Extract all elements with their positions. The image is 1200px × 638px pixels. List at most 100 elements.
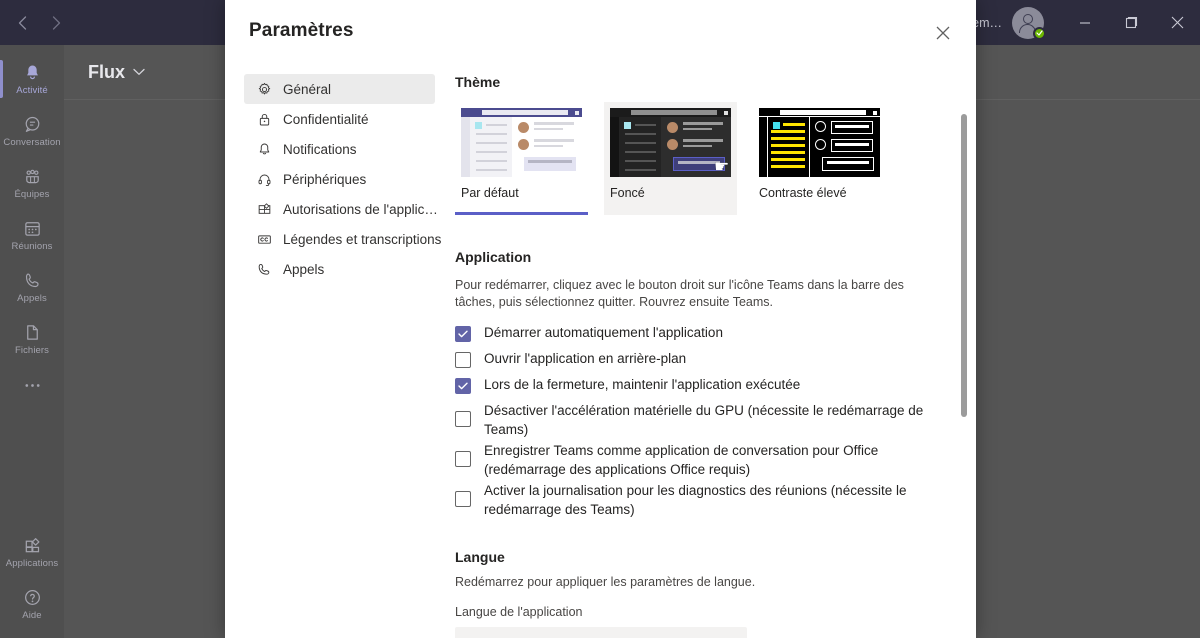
application-section-title: Application xyxy=(455,249,532,265)
checkbox-row-office-chat-app[interactable]: Enregistrer Teams comme application de c… xyxy=(455,441,944,479)
checkbox-keep-running[interactable] xyxy=(455,377,471,394)
calendar-icon xyxy=(23,219,42,239)
settings-nav-appels[interactable]: Appels xyxy=(244,254,435,284)
checkbox-row-meeting-logging[interactable]: Activer la journalisation pour les diagn… xyxy=(455,481,944,519)
dialog-title: Paramètres xyxy=(249,20,354,41)
back-button[interactable] xyxy=(14,15,30,31)
sidebar-label: Aide xyxy=(22,609,42,621)
bell-icon xyxy=(256,141,273,158)
maximize-button[interactable] xyxy=(1108,0,1154,45)
sidebar-label: Conversation xyxy=(3,136,61,148)
theme-option-default[interactable]: Par défaut xyxy=(455,102,588,215)
theme-preview-high-contrast xyxy=(759,108,880,177)
language-select[interactable] xyxy=(455,627,747,638)
application-description: Pour redémarrer, cliquez avec le bouton … xyxy=(455,278,904,309)
settings-nav-label: Confidentialité xyxy=(283,111,369,127)
checkbox-office-chat-app[interactable] xyxy=(455,451,471,467)
checkbox-label: Enregistrer Teams comme application de c… xyxy=(484,443,879,477)
closed-caption-icon xyxy=(256,231,273,248)
checkbox-label: Ouvrir l'application en arrière-plan xyxy=(484,351,687,366)
close-window-button[interactable] xyxy=(1154,0,1200,45)
checkbox-meeting-logging[interactable] xyxy=(455,491,471,507)
avatar-head-icon xyxy=(1023,13,1033,24)
checkbox-row-open-background[interactable]: Ouvrir l'application en arrière-plan xyxy=(455,349,944,368)
app-rail: Activité Conversation Équipes Réunions A… xyxy=(0,45,64,638)
settings-nav: Général Confidentialité Notifications Pé… xyxy=(225,62,441,638)
sidebar-item-more[interactable] xyxy=(0,365,64,407)
gear-icon xyxy=(256,81,273,98)
cursor-icon: ☛ xyxy=(714,157,730,176)
titlebar-right: urellem… xyxy=(949,0,1200,45)
theme-option-dark[interactable]: ☛ Foncé xyxy=(604,102,737,215)
bell-icon xyxy=(23,63,42,83)
theme-preview-dark: ☛ xyxy=(610,108,731,177)
settings-dialog: Paramètres Général Confidentialité Notif… xyxy=(225,0,976,638)
sidebar-label: Fichiers xyxy=(14,344,50,356)
file-icon xyxy=(23,323,42,343)
phone-icon xyxy=(23,271,42,291)
theme-section-title: Thème xyxy=(455,74,501,90)
dialog-header: Paramètres xyxy=(225,0,976,62)
settings-nav-legendes[interactable]: Légendes et transcriptions xyxy=(244,224,441,254)
history-nav xyxy=(14,15,64,31)
permissions-icon xyxy=(256,201,273,218)
sidebar-label: Réunions xyxy=(11,240,53,252)
avatar[interactable] xyxy=(1012,6,1046,40)
checkbox-label: Lors de la fermeture, maintenir l'applic… xyxy=(484,377,801,392)
language-description: Redémarrez pour appliquer les paramètres… xyxy=(455,575,756,589)
settings-nav-general[interactable]: Général xyxy=(244,74,435,104)
checkbox-row-keep-running[interactable]: Lors de la fermeture, maintenir l'applic… xyxy=(455,375,944,394)
settings-nav-label: Périphériques xyxy=(283,171,367,187)
settings-nav-label: Notifications xyxy=(283,141,357,157)
sidebar-item-activite[interactable]: Activité xyxy=(0,53,64,105)
sidebar-label: Équipes xyxy=(14,188,50,200)
language-field-label: Langue de l'application xyxy=(455,605,583,619)
sidebar-item-reunions[interactable]: Réunions xyxy=(0,209,64,261)
checkbox-label: Démarrer automatiquement l'application xyxy=(484,325,723,340)
sidebar-label: Appels xyxy=(17,292,47,304)
theme-name: Par défaut xyxy=(461,186,519,200)
apps-icon xyxy=(23,536,42,556)
chat-icon xyxy=(23,115,42,135)
settings-nav-confidentialite[interactable]: Confidentialité xyxy=(244,104,435,134)
sidebar-label: Applications xyxy=(5,557,59,569)
settings-nav-autorisations[interactable]: Autorisations de l'applic… xyxy=(244,194,438,224)
lock-icon xyxy=(256,111,273,128)
settings-nav-label: Général xyxy=(283,81,332,97)
theme-options: Par défaut ☛ Foncé Contraste élevé xyxy=(455,102,944,215)
sidebar-item-applications[interactable]: Applications xyxy=(0,526,64,578)
checkbox-disable-gpu[interactable] xyxy=(455,411,471,427)
sidebar-item-fichiers[interactable]: Fichiers xyxy=(0,313,64,365)
language-section-title: Langue xyxy=(455,549,505,565)
minimize-button[interactable] xyxy=(1062,0,1108,45)
checkbox-open-background[interactable] xyxy=(455,351,471,368)
theme-preview-default xyxy=(461,108,582,177)
theme-name: Foncé xyxy=(610,186,645,200)
app-rail-bottom: Applications Aide xyxy=(0,526,64,630)
chevron-down-icon[interactable] xyxy=(133,68,145,76)
sidebar-item-conversation[interactable]: Conversation xyxy=(0,105,64,157)
sidebar-label: Activité xyxy=(16,84,48,96)
sidebar-item-equipes[interactable]: Équipes xyxy=(0,157,64,209)
application-section: Application Pour redémarrer, cliquez ave… xyxy=(455,249,944,519)
settings-nav-label: Appels xyxy=(283,261,325,277)
language-section: Langue Redémarrez pour appliquer les par… xyxy=(455,549,944,638)
checkbox-row-autostart[interactable]: Démarrer automatiquement l'application xyxy=(455,323,944,342)
settings-nav-peripheriques[interactable]: Périphériques xyxy=(244,164,435,194)
dialog-scrollbar[interactable] xyxy=(961,114,967,417)
checkbox-autostart[interactable] xyxy=(455,325,471,342)
theme-name: Contraste élevé xyxy=(759,186,847,200)
phone-icon xyxy=(256,261,273,278)
settings-nav-label: Autorisations de l'applic… xyxy=(283,201,438,217)
page-title: Flux xyxy=(88,61,126,82)
forward-button[interactable] xyxy=(48,15,64,31)
settings-pane: Thème Par défaut ☛ Foncé Contraste élevé… xyxy=(435,62,976,638)
headset-icon xyxy=(256,171,273,188)
sidebar-item-aide[interactable]: Aide xyxy=(0,578,64,630)
settings-nav-notifications[interactable]: Notifications xyxy=(244,134,435,164)
theme-option-high-contrast[interactable]: Contraste élevé xyxy=(753,102,886,215)
close-icon[interactable] xyxy=(928,18,958,48)
checkbox-row-disable-gpu[interactable]: Désactiver l'accélération matérielle du … xyxy=(455,401,944,439)
settings-nav-label: Légendes et transcriptions xyxy=(283,231,442,247)
sidebar-item-appels[interactable]: Appels xyxy=(0,261,64,313)
